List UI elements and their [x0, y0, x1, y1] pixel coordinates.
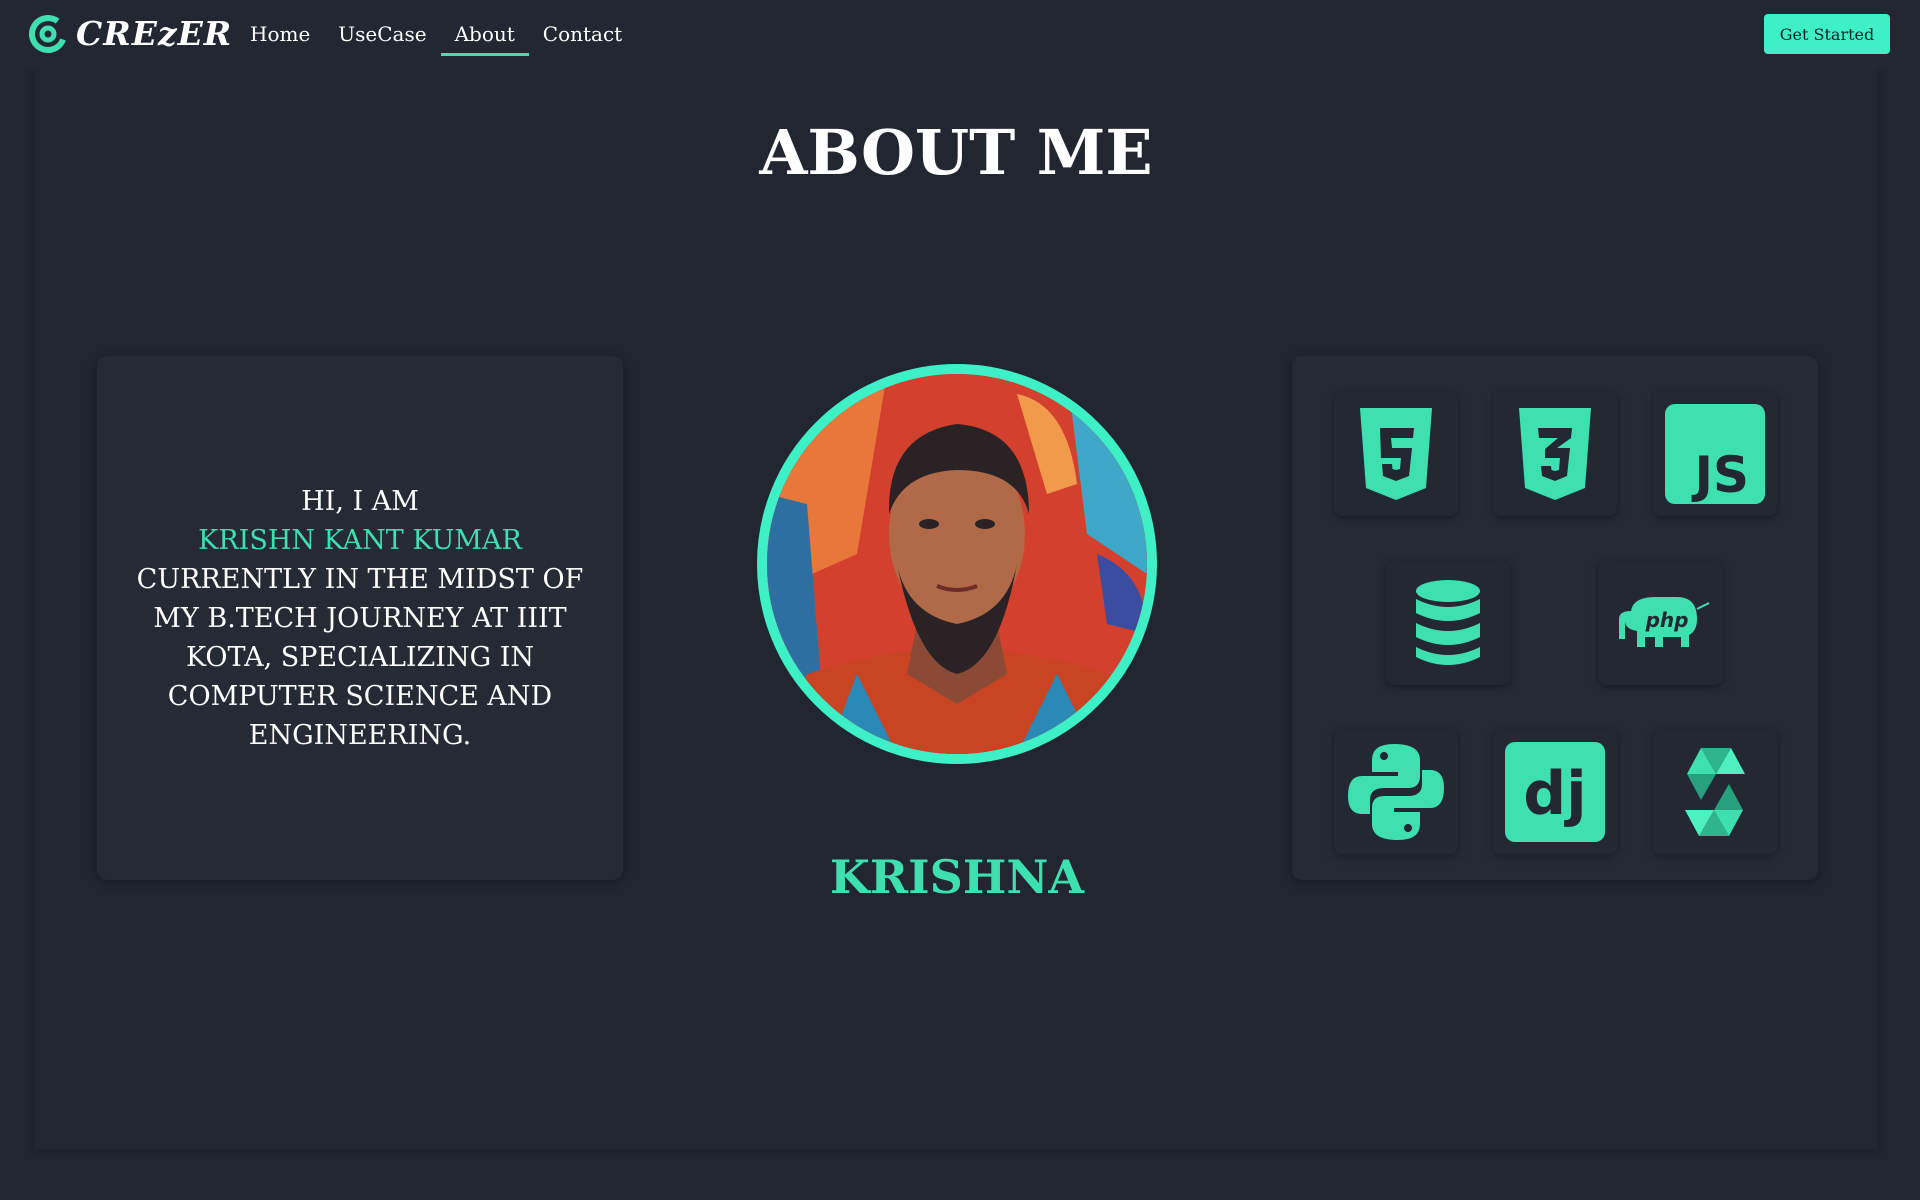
brand-name: CREzER: [76, 14, 233, 53]
about-section: ABOUT ME HI, I AM KRISHN KANT KUMAR CURR…: [34, 68, 1878, 1150]
nav-usecase[interactable]: UseCase: [324, 0, 440, 56]
intro-description: CURRENTLY IN THE MIDST OF MY B.TECH JOUR…: [136, 563, 584, 751]
skills-card: JS php dj: [1292, 356, 1818, 880]
nav-home[interactable]: Home: [236, 0, 324, 56]
skill-css3: [1493, 392, 1617, 516]
get-started-button[interactable]: Get Started: [1764, 14, 1890, 54]
skill-php: php: [1599, 561, 1723, 685]
intro-greeting: HI, I AM: [301, 485, 419, 517]
skill-solidity: [1653, 730, 1777, 854]
intro-text: HI, I AM KRISHN KANT KUMAR CURRENTLY IN …: [127, 356, 593, 880]
skill-python: [1334, 730, 1458, 854]
javascript-icon: JS: [1665, 404, 1765, 504]
python-icon: [1348, 744, 1444, 840]
profile-portrait-image: [767, 374, 1147, 754]
intro-name: KRISHN KANT KUMAR: [198, 524, 522, 556]
section-title: ABOUT ME: [759, 116, 1153, 189]
django-icon: dj: [1505, 742, 1605, 842]
skill-django: dj: [1493, 730, 1617, 854]
skill-html5: [1334, 392, 1458, 516]
avatar-caption: KRISHNA: [829, 850, 1085, 904]
intro-card: HI, I AM KRISHN KANT KUMAR CURRENTLY IN …: [97, 356, 623, 880]
html5-icon: [1360, 408, 1432, 500]
nav-about[interactable]: About: [440, 0, 530, 56]
nav-contact[interactable]: Contact: [529, 0, 636, 56]
css3-icon: [1519, 408, 1591, 500]
brand-logo-icon: [29, 15, 67, 53]
php-label: php: [1645, 608, 1689, 632]
skill-javascript: JS: [1653, 392, 1777, 516]
brand-logo-link[interactable]: CREzER: [28, 12, 232, 56]
skill-database: [1386, 561, 1510, 685]
javascript-label: JS: [1691, 446, 1749, 504]
database-icon: [1416, 580, 1480, 665]
php-icon: php: [1619, 597, 1710, 647]
solidity-icon: [1685, 748, 1745, 836]
navbar: CREzER Home UseCase About Contact Get St…: [0, 0, 1920, 68]
profile-avatar: [757, 364, 1157, 764]
main-nav: Home UseCase About Contact: [236, 0, 636, 68]
django-label: dj: [1523, 759, 1587, 829]
